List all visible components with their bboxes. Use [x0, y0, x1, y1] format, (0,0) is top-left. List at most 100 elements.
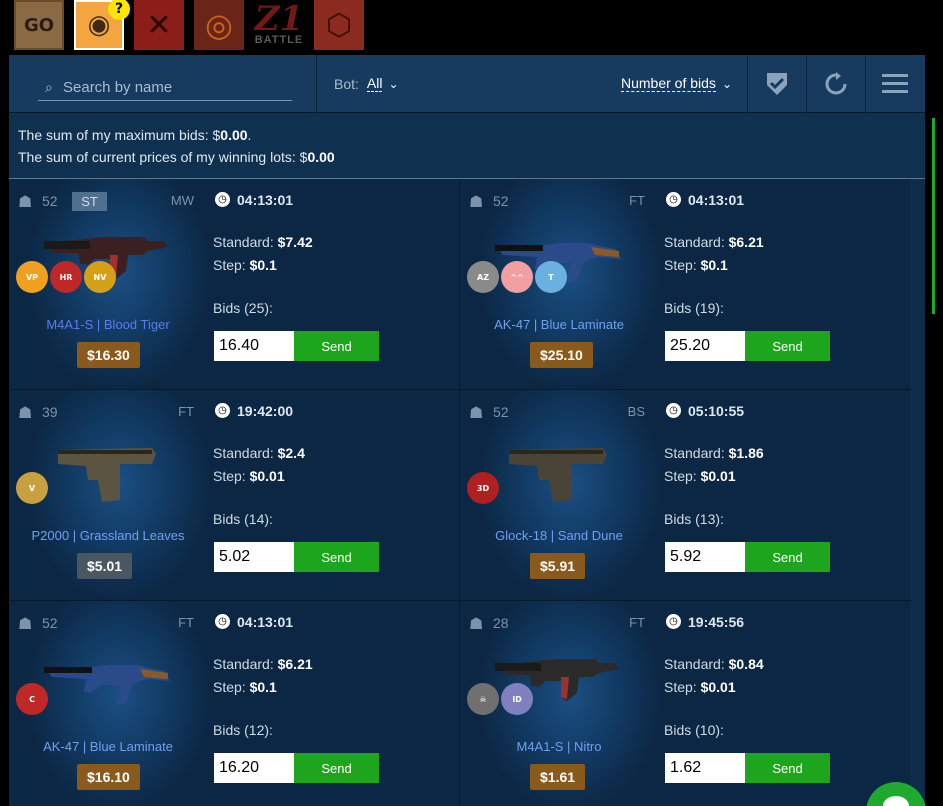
send-bid-button[interactable]: Send — [294, 753, 379, 783]
menu-button[interactable] — [866, 55, 924, 113]
bids-count: Bids (12): — [213, 722, 273, 738]
current-price: $16.30 — [77, 342, 140, 368]
bid-step-value: $0.01 — [700, 679, 736, 695]
search-icon: ⌕ — [45, 79, 53, 95]
send-bid-button[interactable]: Send — [745, 331, 830, 361]
item-name[interactable]: AK-47 | Blue Laminate — [9, 739, 207, 754]
refresh-button[interactable] — [807, 55, 865, 113]
lot-card: ☗ 52 FT C AK-47 | Blue Laminate $16.10 ◷ 04:13:… — [9, 601, 459, 806]
help-badge[interactable]: ? — [108, 0, 130, 20]
search-input[interactable] — [63, 79, 283, 96]
bids-count: Bids (13): — [664, 511, 724, 527]
bot-filter[interactable]: Bot: All ⌄ — [334, 75, 399, 92]
weapon-image[interactable] — [44, 641, 174, 721]
grid-divider — [459, 179, 460, 806]
standard-price: Standard: $6.21 — [213, 656, 313, 672]
robot-icon: ☗ — [18, 405, 33, 422]
bid-step-label: Step: — [664, 468, 697, 484]
auction-icon: ◉ — [87, 10, 111, 40]
team-sticker-2: V — [16, 472, 48, 504]
search-box: ⌕ — [38, 75, 292, 101]
robot-icon: ☗ — [18, 616, 33, 633]
send-bid-button[interactable]: Send — [294, 331, 379, 361]
standard-price-label: Standard: — [213, 445, 274, 461]
max-bids-sum-label: The sum of my maximum bids: $ — [18, 127, 221, 143]
standard-price-label: Standard: — [664, 234, 725, 250]
sort-select[interactable]: Number of bids ⌄ — [621, 75, 732, 92]
bids-count: Bids (14): — [213, 511, 273, 527]
chevron-down-icon: ⌄ — [721, 76, 732, 91]
hamburger-menu-icon — [882, 74, 908, 93]
scrollbar[interactable] — [932, 118, 935, 314]
bid-step-label: Step: — [213, 679, 246, 695]
team-sticker-5: ID — [501, 683, 533, 715]
standard-price: Standard: $0.84 — [664, 656, 764, 672]
lot-card: ☗ 28 FT ☠ ID M4A1-S | Nitro $1.61 ◷ 19:45:56 Stan… — [460, 601, 910, 806]
item-name[interactable]: M4A1-S | Blood Tiger — [9, 317, 207, 332]
skull-sticker: ☠ — [467, 683, 499, 715]
bid-amount-input[interactable] — [665, 753, 745, 783]
send-bid-button[interactable]: Send — [294, 542, 379, 572]
toolbar-divider — [316, 55, 317, 113]
clock-icon: ◷ — [666, 403, 681, 418]
robot-icon: ☗ — [469, 616, 484, 633]
bot-count: 52 — [493, 193, 509, 209]
standard-price: Standard: $1.86 — [664, 445, 764, 461]
anime-sticker: ^^ — [501, 261, 533, 293]
send-bid-button[interactable]: Send — [745, 753, 830, 783]
lot-card: ☗ 52 FT AZ ^^ T AK-47 | Blue Laminate $25.10 ◷ 04… — [460, 179, 910, 389]
standard-price-label: Standard: — [213, 656, 274, 672]
current-price: $1.61 — [530, 764, 586, 790]
tab-h1z1[interactable]: Z1 BATTLE — [254, 0, 304, 50]
tab-csgo[interactable]: GO — [14, 0, 64, 50]
bid-step: Step: $0.01 — [664, 468, 736, 484]
csgo-icon: GO — [23, 14, 55, 36]
current-price: $16.10 — [77, 764, 140, 790]
h1z1-battle-text: BATTLE — [254, 34, 304, 46]
bid-step-value: $0.01 — [249, 468, 285, 484]
bot-filter-value[interactable]: All — [366, 75, 383, 92]
standard-price-value: $6.21 — [728, 234, 764, 250]
bid-step-label: Step: — [664, 257, 697, 273]
bot-filter-label: Bot: — [334, 75, 359, 92]
item-name[interactable]: AK-47 | Blue Laminate — [460, 317, 658, 332]
item-name[interactable]: M4A1-S | Nitro — [460, 739, 658, 754]
clock-icon: ◷ — [666, 614, 681, 629]
tab-rust[interactable]: ⬡ — [314, 0, 364, 50]
bid-amount-input[interactable] — [214, 331, 294, 361]
item-name[interactable]: Glock-18 | Sand Dune — [460, 528, 658, 543]
bid-amount-input[interactable] — [665, 331, 745, 361]
bid-step-value: $0.1 — [249, 257, 277, 273]
hellraisers-sticker: HR — [50, 261, 82, 293]
sort-select-value[interactable]: Number of bids — [621, 75, 716, 92]
my-bids-button[interactable] — [748, 55, 806, 113]
bid-step: Step: $0.1 — [213, 679, 277, 695]
stickers: C — [16, 683, 48, 715]
game-tabs: GO ◉ ? ✕ ◎ Z1 BATTLE ⬡ — [0, 0, 943, 55]
stattrak-badge: ST — [72, 192, 107, 211]
time-remaining: 05:10:55 — [688, 403, 745, 419]
bid-amount-input[interactable] — [665, 542, 745, 572]
bid-amount-input[interactable] — [214, 542, 294, 572]
lot-card: ☗ 39 FT V P2000 | Grassland Leaves $5.01 ◷ 19:4… — [9, 390, 459, 600]
bid-step-value: $0.01 — [700, 468, 736, 484]
time-remaining: 19:42:00 — [237, 403, 294, 419]
tab-dota2[interactable]: ✕ — [134, 0, 184, 50]
item-name[interactable]: P2000 | Grassland Leaves — [9, 528, 207, 543]
standard-price: Standard: $2.4 — [213, 445, 305, 461]
chevron-down-icon: ⌄ — [388, 76, 399, 91]
bid-amount-input[interactable] — [214, 753, 294, 783]
standard-price-value: $7.42 — [277, 234, 313, 250]
lot-card: ☗ 52 ST MW VP HR NV M4A1-S | Blood Tiger $16.30 ◷… — [9, 179, 459, 389]
current-price: $5.91 — [530, 553, 586, 579]
standard-price-value: $1.86 — [728, 445, 764, 461]
send-bid-button[interactable]: Send — [745, 542, 830, 572]
wear-label: BS — [627, 404, 645, 419]
weapon-image[interactable] — [44, 430, 174, 510]
winning-lots-sum-value: 0.00 — [307, 149, 335, 165]
bid-step-value: $0.1 — [700, 257, 728, 273]
tab-tf2[interactable]: ◎ — [194, 0, 244, 50]
weapon-image[interactable] — [495, 430, 625, 510]
chat-icon — [883, 796, 909, 806]
bid-step-label: Step: — [213, 468, 246, 484]
